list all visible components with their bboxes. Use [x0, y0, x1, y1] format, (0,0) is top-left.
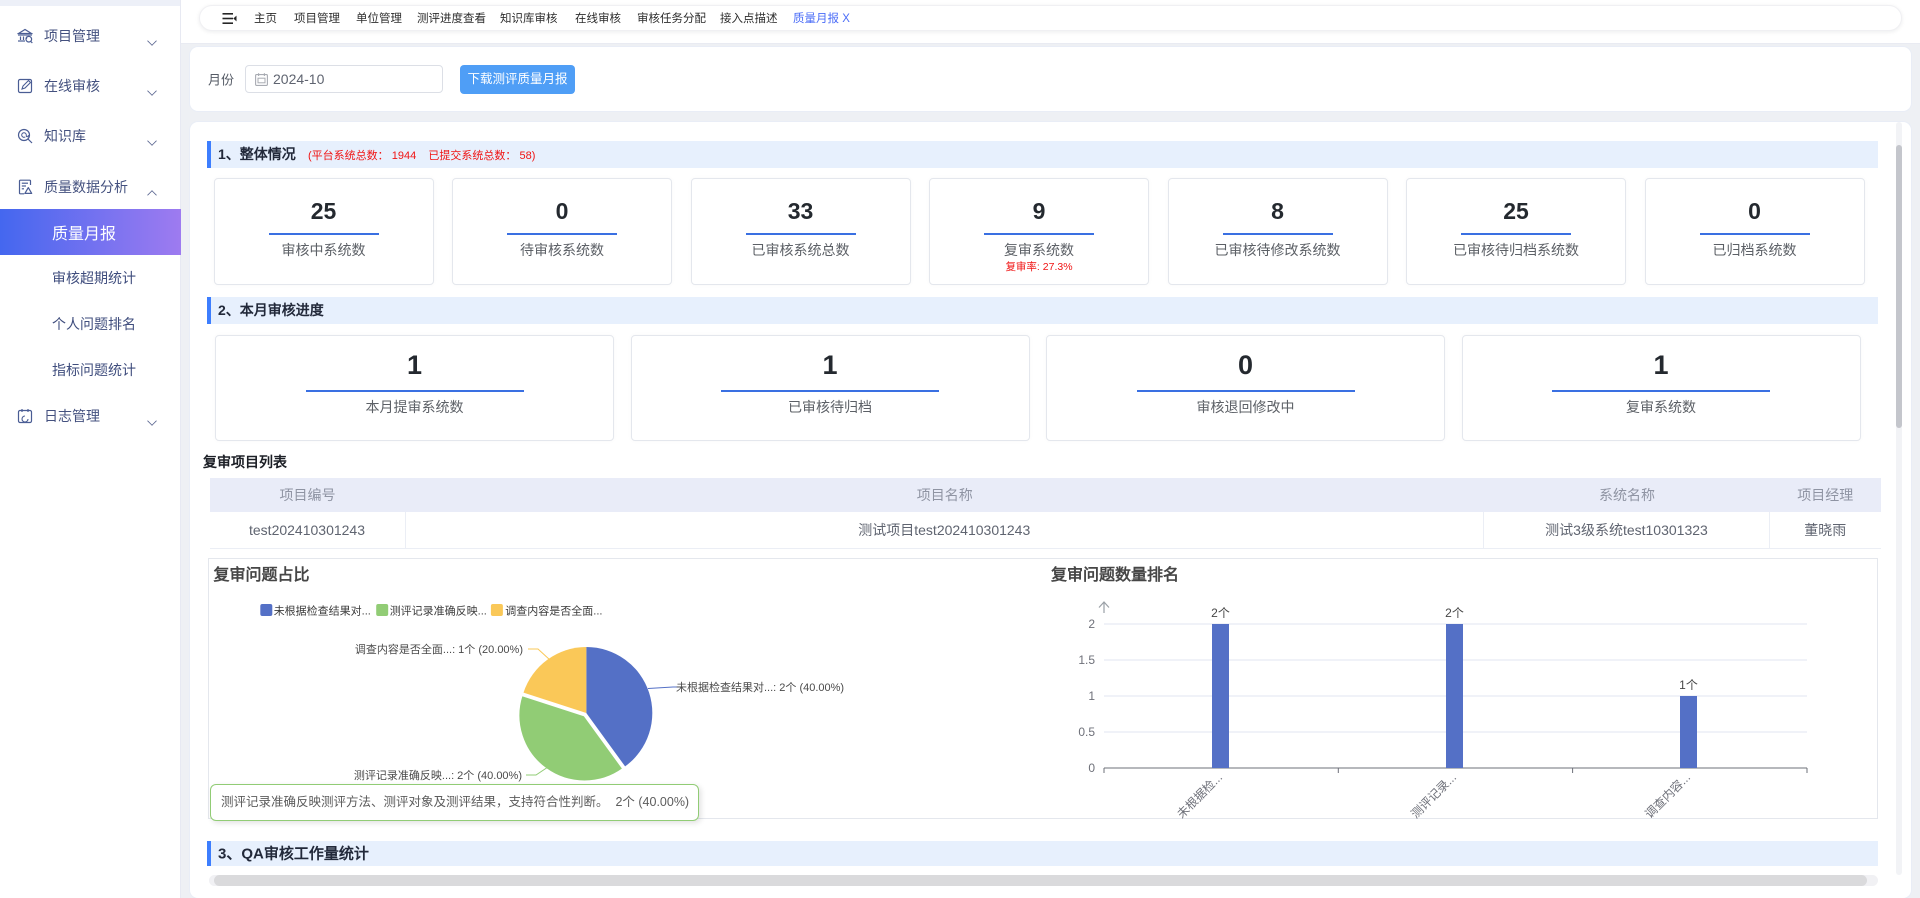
- svg-text:0.5: 0.5: [1078, 725, 1095, 739]
- svg-text:1: 1: [1088, 689, 1095, 703]
- svg-text:2: 2: [1088, 617, 1095, 631]
- svg-text:未根据检...: 未根据检...: [1173, 770, 1225, 820]
- svg-text:未根据检查结果对...: 2个 (40.00%): 未根据检查结果对...: 2个 (40.00%): [676, 680, 844, 694]
- svg-text:0: 0: [1088, 761, 1095, 775]
- svg-text:调查内容是否全面...: 调查内容是否全面...: [505, 604, 602, 618]
- svg-text:测评记录准确反映...: 测评记录准确反映...: [390, 605, 487, 618]
- svg-text:复审问题数量排名: 复审问题数量排名: [1050, 565, 1179, 584]
- svg-text:测评记录准确反映...: 2个 (40.00%): 测评记录准确反映...: 2个 (40.00%): [354, 769, 522, 782]
- svg-text:测评记录...: 测评记录...: [1408, 770, 1459, 820]
- svg-text:调查内容...: 调查内容...: [1641, 770, 1693, 820]
- svg-text:2个: 2个: [1211, 606, 1230, 620]
- svg-text:未根据检查结果对...: 未根据检查结果对...: [274, 604, 371, 618]
- svg-text:调查内容是否全面...: 1个 (20.00%): 调查内容是否全面...: 1个 (20.00%): [355, 642, 523, 656]
- svg-text:2个: 2个: [1445, 606, 1464, 620]
- svg-text:复审问题占比: 复审问题占比: [213, 565, 310, 584]
- svg-text:1个: 1个: [1679, 678, 1698, 692]
- svg-text:1.5: 1.5: [1078, 653, 1095, 667]
